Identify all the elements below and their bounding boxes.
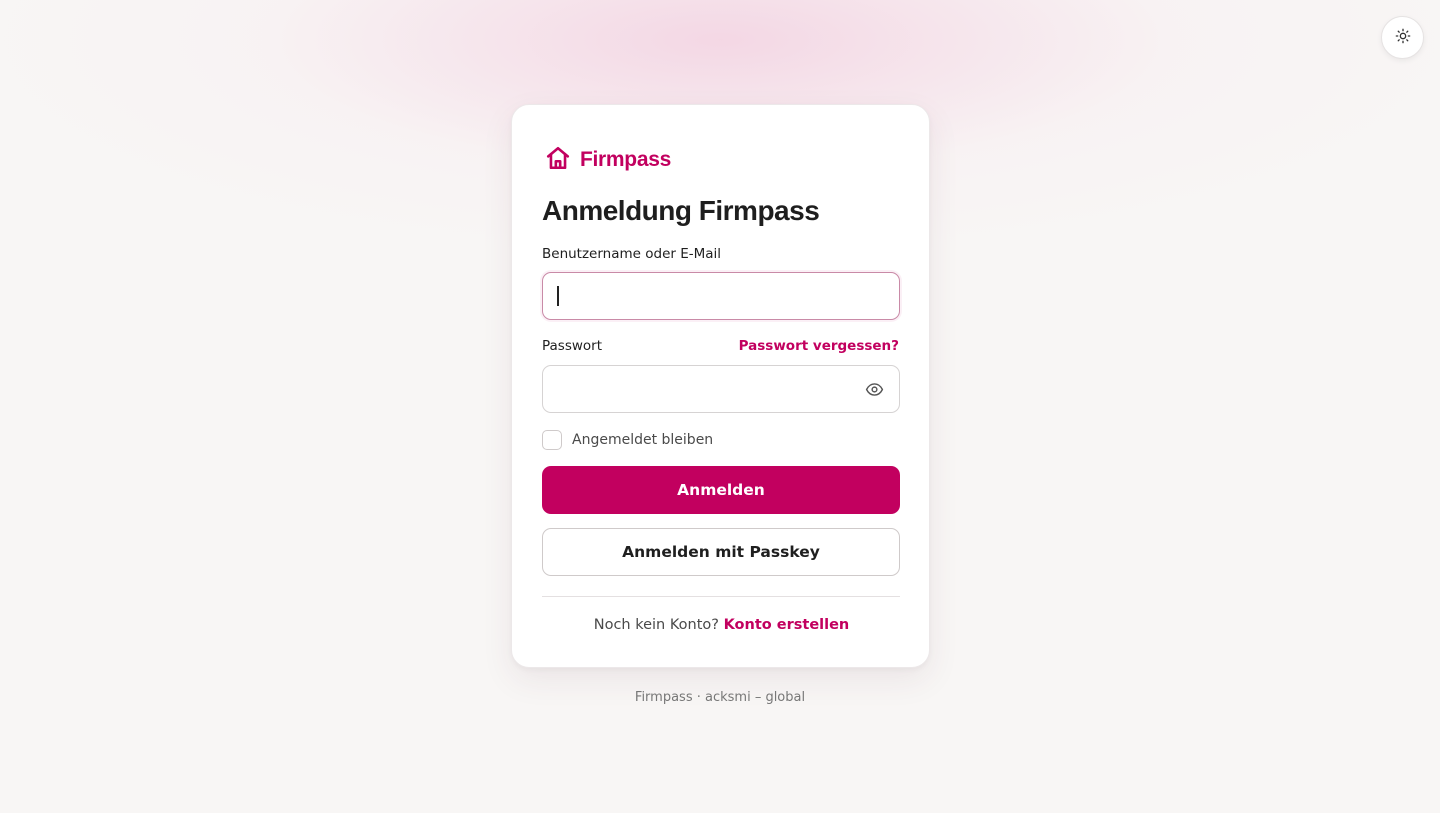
username-input[interactable] xyxy=(542,272,900,320)
text-caret xyxy=(557,286,559,306)
login-button[interactable]: Anmelden xyxy=(542,466,900,514)
no-account-text: Noch kein Konto? xyxy=(593,617,719,633)
password-label: Passwort xyxy=(542,338,603,354)
theme-toggle-button[interactable] xyxy=(1381,16,1424,59)
remember-label: Angemeldet bleiben xyxy=(572,432,714,448)
signup-prompt: Noch kein Konto? Konto erstellen xyxy=(512,617,931,633)
brand-name: Firmpass xyxy=(580,148,671,171)
divider xyxy=(542,596,900,597)
forgot-password-link[interactable]: Passwort vergessen? xyxy=(739,338,899,354)
create-account-link[interactable]: Konto erstellen xyxy=(724,617,850,633)
login-card: Firmpass Anmeldung Firmpass Benutzername… xyxy=(511,104,930,668)
eye-icon[interactable] xyxy=(864,379,884,399)
sun-icon xyxy=(1395,28,1411,47)
username-label: Benutzername oder E-Mail xyxy=(542,246,722,262)
passkey-login-button[interactable]: Anmelden mit Passkey xyxy=(542,528,900,576)
page-title: Anmeldung Firmpass xyxy=(542,195,820,226)
remember-checkbox[interactable] xyxy=(542,430,562,450)
remember-me[interactable]: Angemeldet bleiben xyxy=(542,430,713,450)
brand-logo: Firmpass xyxy=(545,145,671,175)
footer-text: Firmpass · acksmi – global xyxy=(634,690,806,705)
home-icon xyxy=(545,145,571,175)
password-input[interactable] xyxy=(542,365,900,413)
